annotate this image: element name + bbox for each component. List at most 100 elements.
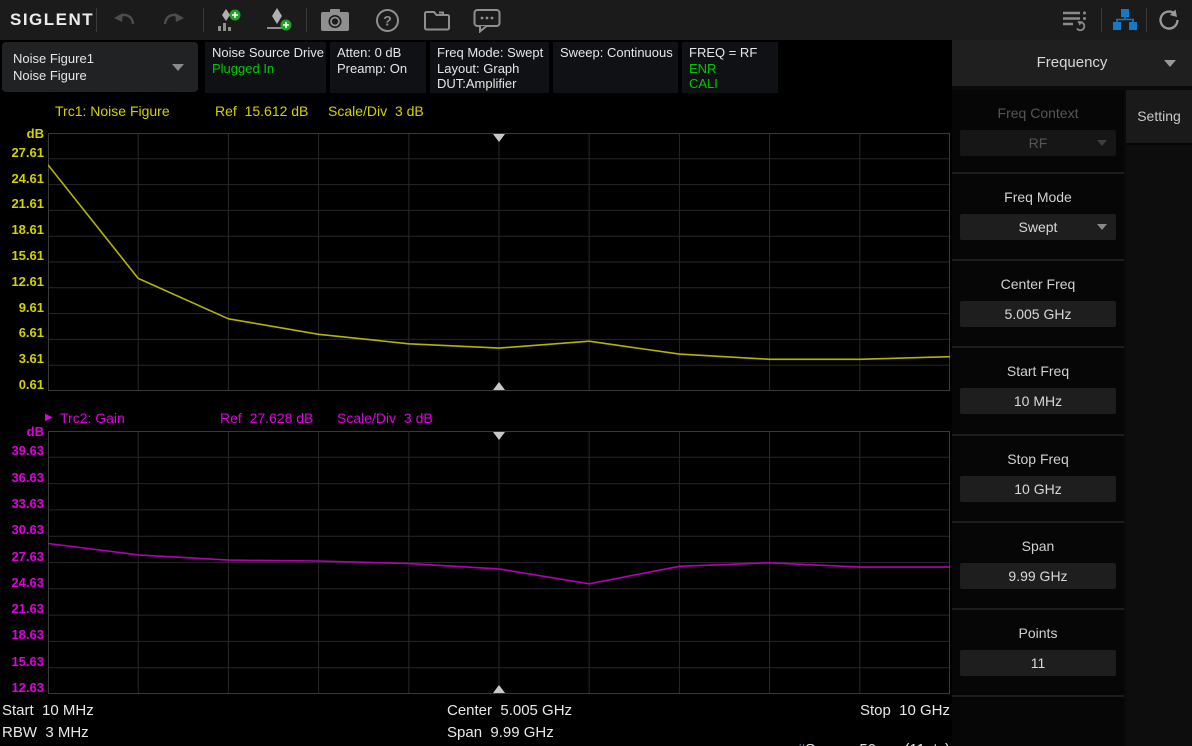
panel-center-freq: Center Freq 5.005 GHz [952,275,1124,348]
toolbar-divider [1146,8,1147,32]
freq-mode-label: Freq Mode [952,188,1124,206]
status-line: Sweep: Continuous [560,45,671,61]
toolbar: SIGLENT [0,0,1192,40]
screenshot-icon[interactable] [320,7,350,33]
active-trace-icon: ▶ [45,412,53,423]
y-axis-tick: 36.63 [0,470,44,485]
y-axis-tick: 3.61 [0,351,44,366]
center-freq-marker-bottom[interactable] [493,685,505,693]
brand-logo: SIGLENT [10,10,94,30]
help-icon[interactable]: ? [372,7,402,33]
graph2-plot[interactable] [48,431,950,694]
graph1-plot[interactable] [48,133,950,391]
add-trace-icon[interactable] [214,7,244,33]
points-field[interactable]: 11 [960,650,1116,676]
y-axis-tick: 33.63 [0,496,44,511]
status-cell[interactable]: Freq Mode: SweptLayout: GraphDUT:Amplifi… [430,42,549,93]
sidebar-body: Freq ContextRF Freq Mode Swept Center Freq 5… [952,90,1192,746]
chevron-down-icon [1164,60,1176,67]
sweep-hash: # [797,741,805,746]
redo-icon[interactable] [158,7,188,33]
toolbar-divider [203,8,204,32]
trace2-title: Trc2: Gain [60,410,125,426]
panel-start-freq: Start Freq10 MHz [952,362,1124,436]
trace2-header[interactable]: ▶ Trc2: Gain Ref 27.628 dB Scale/Div 3 d… [0,410,950,428]
trace1-header[interactable]: Trc1: Noise Figure Ref 15.612 dB Scale/D… [0,103,950,121]
center-freq-marker-bottom[interactable] [493,382,505,390]
status-cell[interactable]: FREQ = RFENRCALI [682,42,778,93]
y-axis-tick: 21.61 [0,196,44,211]
start-freq-annotation: Start 10 MHz [2,702,94,719]
span-label: Span [952,537,1124,555]
status-line: ENR [689,61,771,77]
svg-text:?: ? [383,12,392,28]
sidebar: Frequency Freq ContextRF Freq Mode Swept Ce… [952,40,1192,746]
tab-setting[interactable]: Setting [1126,90,1192,145]
sidebar-menu-title: Frequency [1037,54,1108,71]
freq-mode-field[interactable]: Swept [960,214,1116,240]
measurement-selector[interactable]: Noise Figure1 Noise Figure [2,42,198,92]
measurement-type: Noise Figure [13,67,198,84]
trace1-ref: Ref 15.612 dB [215,103,308,119]
y-axis-tick: 21.63 [0,601,44,616]
trace2-ref: Ref 27.628 dB [220,410,313,426]
center-freq-marker-top[interactable] [493,134,505,142]
y-axis-tick: 24.63 [0,575,44,590]
y-axis-tick: 27.63 [0,549,44,564]
y-axis-tick: 12.61 [0,274,44,289]
y-axis-tick: 0.61 [0,377,44,392]
y-axis-tick: 24.61 [0,171,44,186]
message-icon[interactable] [472,7,502,33]
start-freq-field[interactable]: 10 MHz [960,388,1116,414]
file-icon[interactable] [422,7,452,33]
status-line: Layout: Graph [437,61,542,77]
trace2-scale: Scale/Div 3 dB [337,410,433,426]
network-icon[interactable] [1110,7,1140,33]
status-bar: Noise Figure1 Noise Figure Noise Source … [0,40,950,95]
center-freq-marker-top[interactable] [493,432,505,440]
status-cell[interactable]: Atten: 0 dBPreamp: On [330,42,426,93]
panel-stop-freq: Stop Freq10 GHz [952,450,1124,523]
sweep-annotation: #Sweep 50 ms (11pts) [780,724,950,746]
y-axis-tick: 18.63 [0,627,44,642]
undo-icon[interactable] [110,7,140,33]
history-icon[interactable] [1154,7,1184,33]
screen: SIGLENT [0,0,1192,746]
status-cell[interactable]: Noise Source DrivePlugged In [205,42,326,93]
preset-list-icon[interactable] [1060,7,1090,33]
center-freq-label: Center Freq [952,275,1124,293]
rbw-annotation: RBW 3 MHz [2,724,89,741]
measurement-name: Noise Figure1 [13,50,198,67]
y-axis-tick: 6.61 [0,325,44,340]
y-axis-tick: 18.61 [0,222,44,237]
stop-freq-annotation: Stop 10 GHz [860,702,950,719]
span-field[interactable]: 9.99 GHz [960,563,1116,589]
y-axis-tick: 12.63 [0,680,44,695]
status-line: Plugged In [212,61,319,77]
y-axis-tick: 15.63 [0,654,44,669]
toolbar-divider [1101,8,1102,32]
freq-context-field: RF [960,130,1116,156]
y-axis-tick: 39.63 [0,443,44,458]
panel-freq-context: Freq ContextRF [952,104,1124,174]
stop-freq-field[interactable]: 10 GHz [960,476,1116,502]
y-axis-unit: dB [0,424,44,439]
status-line: DUT:Amplifier [437,76,542,92]
sweep-text: Sweep 50 ms (11pts) [805,741,950,746]
sidebar-menu-dropdown[interactable]: Frequency [952,40,1192,90]
status-cell[interactable]: Sweep: Continuous [553,42,678,93]
y-axis-tick: 15.61 [0,248,44,263]
status-line: Freq Mode: Swept [437,45,542,61]
status-line: FREQ = RF [689,45,771,61]
chevron-down-icon [172,64,184,71]
center-freq-field[interactable]: 5.005 GHz [960,301,1116,327]
panel-points: Points11 [952,624,1124,697]
y-axis-tick: 27.61 [0,145,44,160]
trace1-scale: Scale/Div 3 dB [328,103,424,119]
toolbar-divider [96,8,97,32]
panel-span: Span 9.99 GHz [952,537,1124,610]
add-marker-icon[interactable] [264,7,294,33]
y-axis-tick: 30.63 [0,522,44,537]
status-line: CALI [689,76,771,92]
status-line: Noise Source Drive [212,45,319,61]
